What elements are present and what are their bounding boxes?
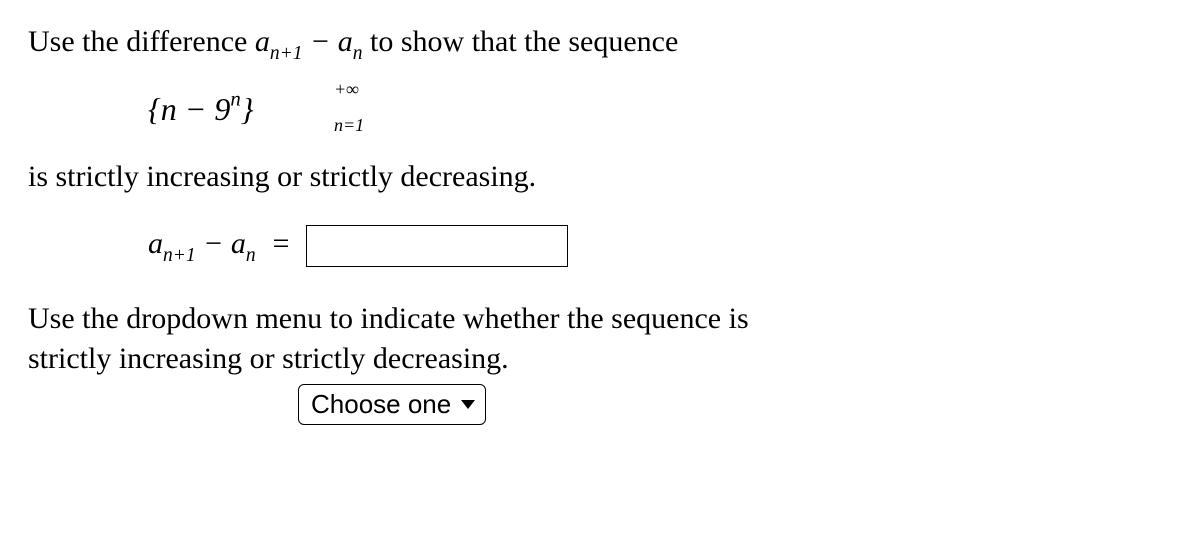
sequence-definition: {n − 9n} +∞ n=1 xyxy=(148,85,254,131)
difference-expression: an+1 − an xyxy=(255,25,363,58)
difference-answer-input[interactable] xyxy=(306,225,568,267)
sequence-body: {n − 9n} xyxy=(148,91,254,127)
limit-upper: +∞ xyxy=(334,77,359,101)
prompt-line-2: is strictly increasing or strictly decre… xyxy=(28,157,1172,198)
instruction-line-2: strictly increasing or strictly decreasi… xyxy=(28,339,1172,380)
prompt-line-1: Use the difference an+1 − an to show tha… xyxy=(28,22,1172,67)
limit-lower: n=1 xyxy=(334,113,364,137)
text-post: to show that the sequence xyxy=(363,25,679,58)
difference-equation-row: an+1 − an = xyxy=(148,224,1172,269)
monotonicity-dropdown[interactable]: Choose one xyxy=(298,384,486,425)
instruction-line-1: Use the dropdown menu to indicate whethe… xyxy=(28,299,1172,340)
dropdown-selected-label: Choose one xyxy=(311,387,451,422)
text-pre: Use the difference xyxy=(28,25,255,58)
equation-lhs: an+1 − an = xyxy=(148,227,291,260)
chevron-down-icon xyxy=(461,400,475,409)
